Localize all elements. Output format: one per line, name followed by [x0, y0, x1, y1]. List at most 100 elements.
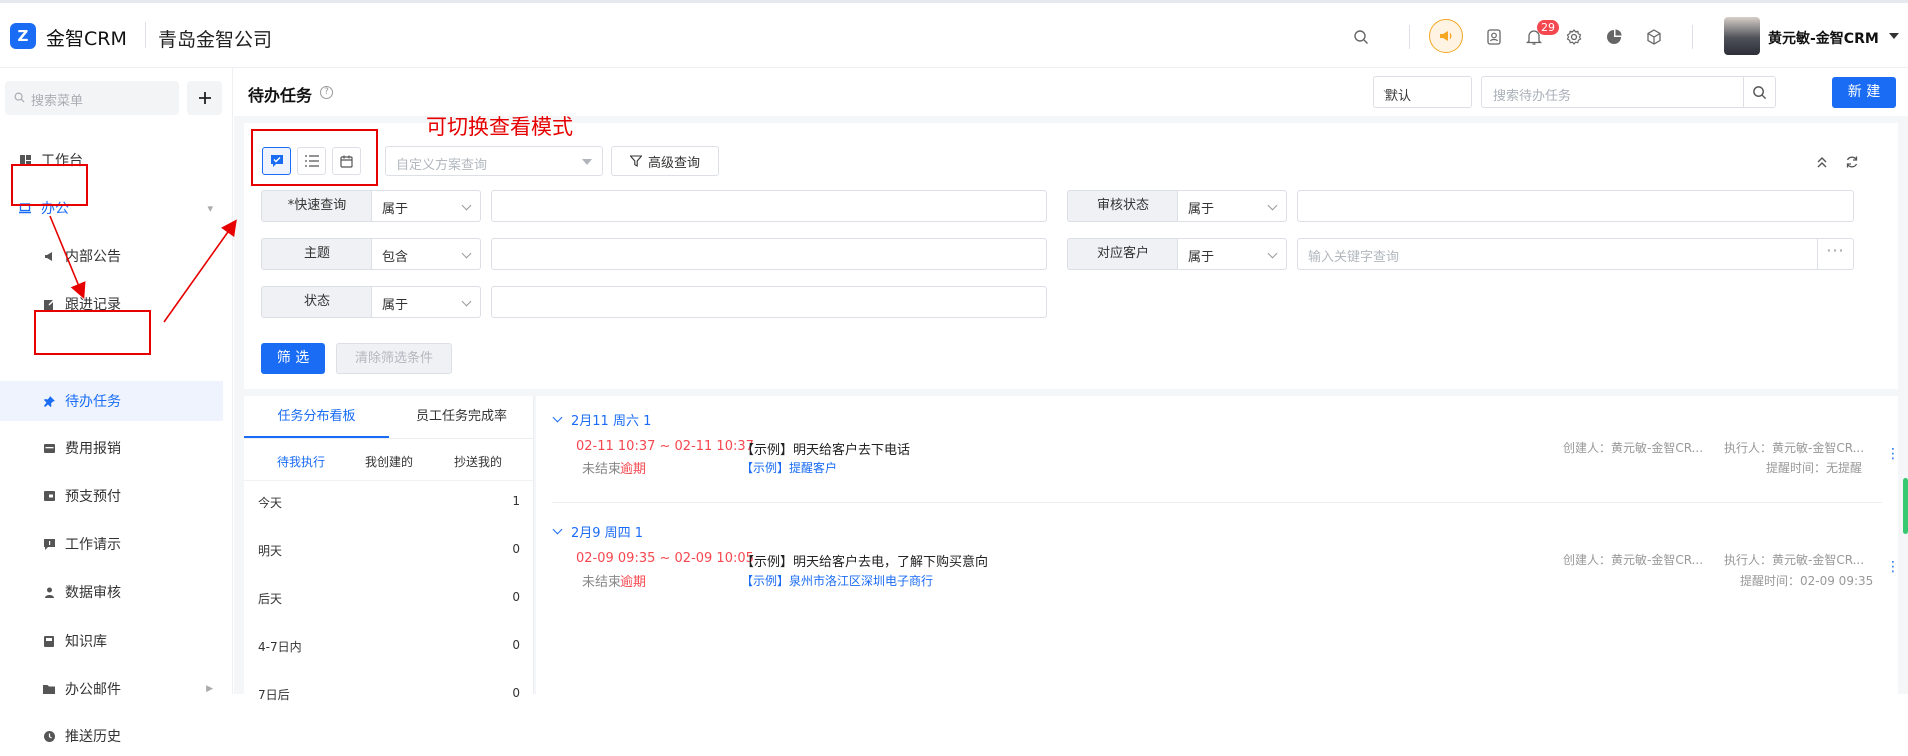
contacts-icon[interactable] — [1482, 25, 1506, 49]
review-status-input[interactable] — [1297, 190, 1854, 222]
chevron-down-icon — [461, 200, 472, 211]
subtab-my-execution[interactable]: 待我执行 — [277, 453, 325, 470]
tab-completion-rate[interactable]: 员工任务完成率 — [389, 396, 534, 438]
search-icon[interactable] — [1349, 25, 1373, 49]
scrollbar[interactable] — [1903, 478, 1908, 534]
quick-query-input[interactable] — [491, 190, 1047, 222]
quick-query-label: *快速查询 — [261, 190, 372, 222]
client-input[interactable]: 输入关键字查询 ··· — [1297, 238, 1854, 270]
list-item[interactable]: 明天 0 — [258, 542, 520, 559]
menu-search-input[interactable]: 搜索菜单 — [5, 81, 179, 115]
collapse-icon[interactable] — [1815, 155, 1829, 173]
status-label: 状态 — [261, 286, 372, 318]
client-picker-button[interactable]: ··· — [1817, 239, 1853, 269]
search-button[interactable] — [1743, 77, 1775, 107]
chevron-down-icon[interactable] — [1889, 33, 1899, 39]
chevron-right-icon: ▶ — [206, 684, 213, 694]
list-item[interactable]: 今天 1 — [258, 494, 520, 511]
status-input[interactable] — [491, 286, 1047, 318]
task-search-placeholder: 搜索待办任务 — [1493, 89, 1572, 104]
box-icon[interactable] — [1642, 25, 1666, 49]
sidebar-item-data-review[interactable]: 数据审核 — [0, 572, 223, 612]
subject-input[interactable] — [491, 238, 1047, 270]
sidebar-item-label: 推送历史 — [65, 729, 121, 745]
list-item[interactable]: 后天 0 — [258, 590, 520, 607]
user-check-icon — [43, 586, 55, 598]
sidebar-item-label: 数据审核 — [65, 585, 121, 601]
sidebar-item-label: 费用报销 — [65, 441, 121, 457]
more-icon[interactable]: ⋮ — [1886, 559, 1900, 575]
new-task-button[interactable]: 新 建 — [1832, 77, 1896, 108]
filter-button[interactable]: 筛 选 — [261, 343, 325, 374]
custom-scheme-select[interactable]: 自定义方案查询 — [385, 146, 603, 176]
caret-down-icon — [582, 159, 592, 165]
user-name[interactable]: 黄元敏-金智CRM — [1768, 28, 1879, 48]
operator-value: 包含 — [382, 250, 409, 265]
quick-query-operator[interactable]: 属于 — [371, 190, 481, 222]
period-count: 1 — [512, 494, 520, 508]
clear-filter-button[interactable]: 清除筛选条件 — [336, 343, 452, 374]
sidebar-item-todo-tasks[interactable]: 待办任务 — [0, 381, 223, 421]
sidebar-item-knowledge-base[interactable]: 知识库 — [0, 621, 223, 661]
task-subject[interactable]: 【示例】明天给客户去下电话 — [741, 439, 910, 458]
chevron-down-icon — [552, 524, 563, 535]
date-group-header[interactable]: 2月11 周六 1 — [552, 410, 651, 429]
task-creator: 创建人：黄元敏-金智CR... — [1563, 441, 1704, 455]
sidebar-item-advance[interactable]: 预支预付 — [0, 476, 223, 516]
row-divider — [552, 502, 1882, 503]
card-icon — [43, 442, 55, 454]
header-divider — [145, 22, 146, 48]
task-reminder: 提醒时间：无提醒 — [1766, 461, 1863, 475]
company-name[interactable]: 青岛金智公司 — [158, 25, 272, 52]
task-client-link[interactable]: 【示例】提醒客户 — [741, 459, 837, 476]
review-status-operator[interactable]: 属于 — [1177, 190, 1287, 222]
search-icon — [14, 92, 25, 103]
status-operator[interactable]: 属于 — [371, 286, 481, 318]
date-group-header[interactable]: 2月9 周四 1 — [552, 522, 643, 541]
annotation-box-office — [11, 164, 88, 206]
page-header: 待办任务 ? 默认 搜索待办任务 新 建 — [234, 68, 1908, 116]
filter-panel: 自定义方案查询 高级查询 *快速查询 属于 审核状态 属于 主题 包含 对应客户… — [244, 123, 1898, 389]
task-search-input[interactable]: 搜索待办任务 — [1481, 76, 1776, 108]
view-select[interactable]: 默认 — [1373, 76, 1472, 108]
sidebar-item-office-mail[interactable]: 办公邮件 ▶ — [0, 669, 223, 709]
tab-task-distribution[interactable]: 任务分布看板 — [244, 396, 389, 438]
period-label: 后天 — [258, 592, 283, 606]
pie-chart-icon[interactable] — [1602, 25, 1626, 49]
refresh-icon[interactable] — [1845, 155, 1859, 173]
sidebar-item-announcements[interactable]: 内部公告 — [0, 236, 223, 276]
header-divider — [1409, 25, 1410, 49]
task-time: 02-11 10:37 ~ 02-11 10:37 — [576, 439, 754, 454]
chevron-down-icon — [552, 412, 563, 423]
sidebar-item-push-history[interactable]: 推送历史 — [0, 716, 223, 756]
menu-search-placeholder: 搜索菜单 — [31, 94, 84, 109]
task-status: 未结束 — [582, 462, 622, 477]
list-item[interactable]: 7日后 0 — [258, 686, 520, 703]
avatar[interactable] — [1724, 17, 1760, 55]
subtab-cc-to-me[interactable]: 抄送我的 — [454, 453, 502, 470]
client-operator[interactable]: 属于 — [1177, 238, 1287, 270]
advanced-query-label: 高级查询 — [647, 155, 700, 171]
list-item[interactable]: 4-7日内 0 — [258, 638, 520, 655]
subtab-divider — [244, 480, 534, 481]
more-icon[interactable]: ⋮ — [1886, 446, 1900, 462]
subject-operator[interactable]: 包含 — [371, 238, 481, 270]
add-menu-button[interactable] — [187, 81, 222, 115]
folder-icon — [43, 683, 55, 695]
sidebar-item-expense[interactable]: 费用报销 — [0, 428, 223, 468]
help-icon[interactable]: ? — [320, 86, 333, 99]
sidebar-item-work-request[interactable]: 工作请示 — [0, 524, 223, 564]
megaphone-icon[interactable] — [1429, 19, 1463, 53]
subtab-created-by-me[interactable]: 我创建的 — [365, 453, 413, 470]
page-title: 待办任务 — [248, 86, 313, 105]
period-label: 明天 — [258, 544, 283, 558]
task-client-link[interactable]: 【示例】泉州市洛江区深圳电子商行 — [741, 572, 933, 589]
gear-icon[interactable] — [1562, 25, 1586, 49]
task-stats-panel: 任务分布看板 员工任务完成率 待我执行 我创建的 抄送我的 今天 1 明天 0 后天… — [244, 396, 534, 702]
chevron-down-icon — [461, 296, 472, 307]
period-label: 7日后 — [258, 688, 290, 702]
chevron-down-icon: ▾ — [207, 201, 213, 215]
advanced-query-button[interactable]: 高级查询 — [611, 146, 719, 176]
period-label: 4-7日内 — [258, 640, 302, 654]
task-subject[interactable]: 【示例】明天给客户去电，了解下购买意向 — [741, 551, 988, 570]
